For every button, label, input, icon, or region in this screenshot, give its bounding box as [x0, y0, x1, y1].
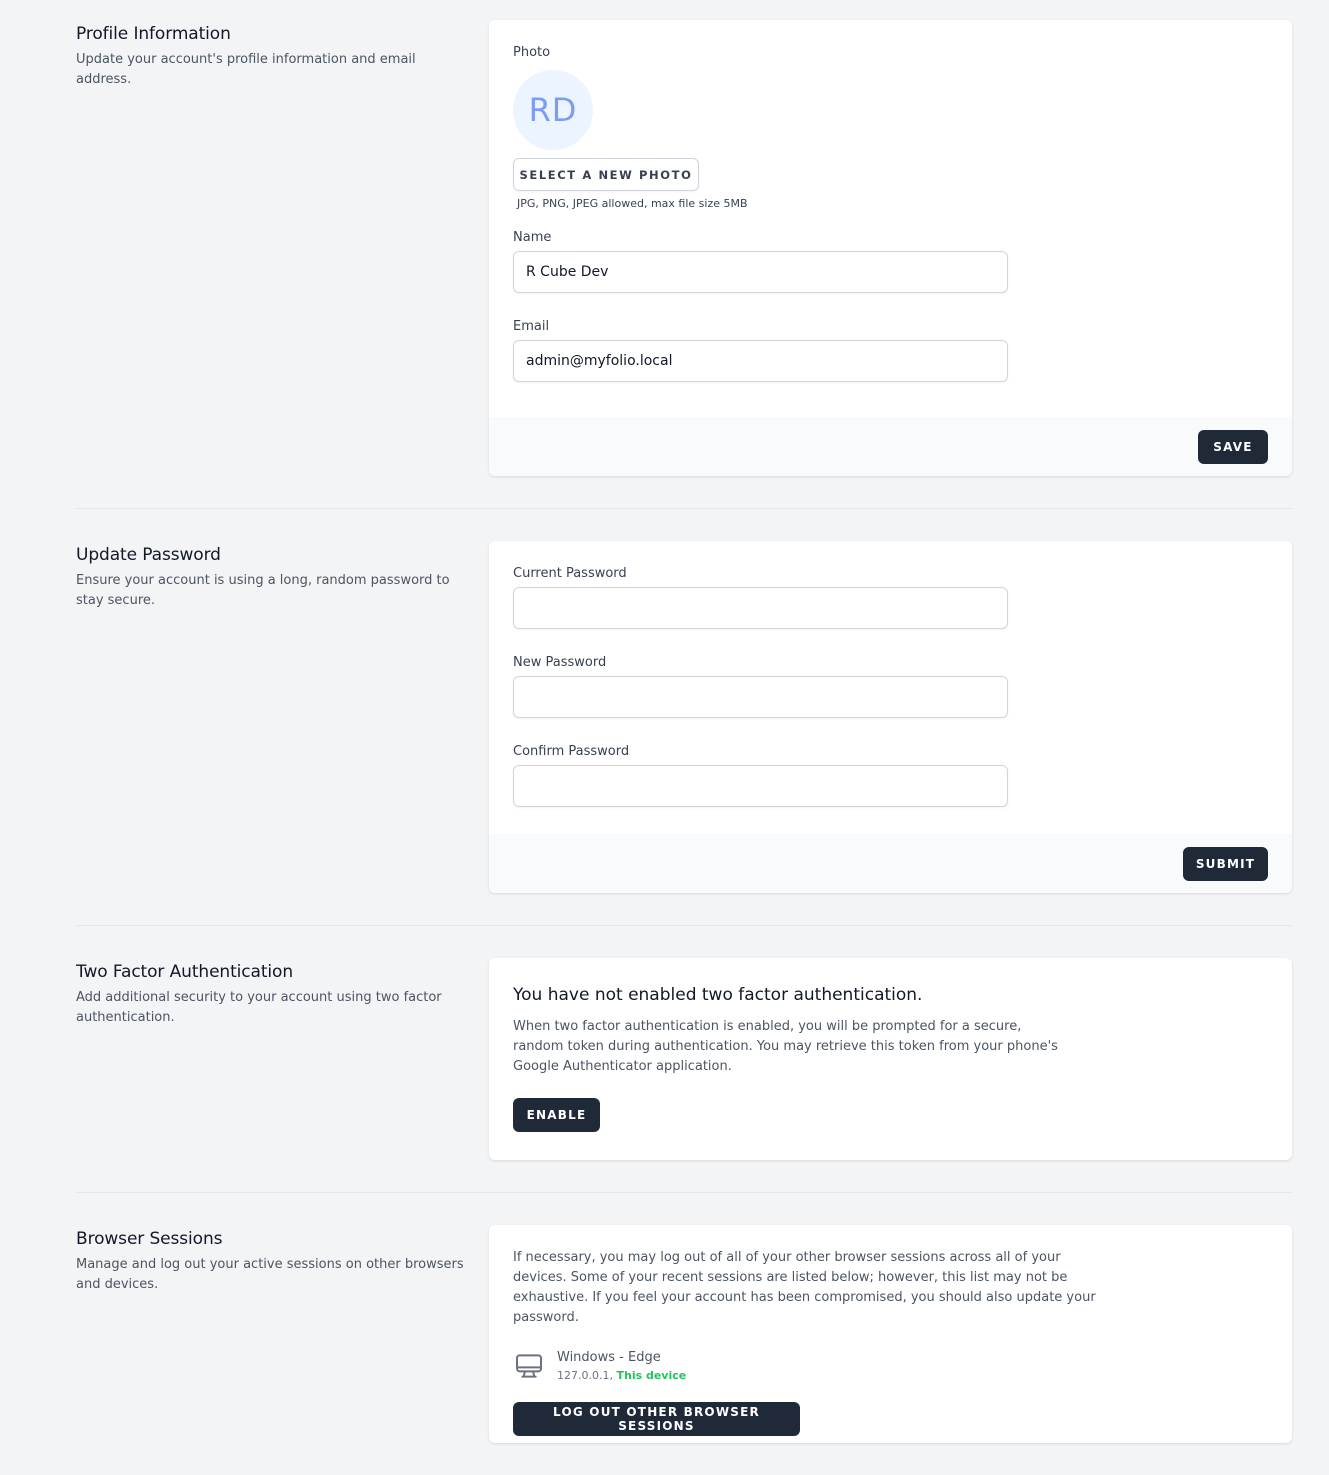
- name-input[interactable]: [513, 251, 1008, 293]
- browser-sessions-section: Browser Sessions Manage and log out your…: [76, 1225, 1292, 1443]
- email-input[interactable]: [513, 340, 1008, 382]
- new-password-label: New Password: [513, 655, 607, 670]
- browser-sessions-info: If necessary, you may log out of all of …: [513, 1250, 1096, 1325]
- session-ip: 127.0.0.1,: [557, 1369, 613, 1382]
- section-divider: [76, 925, 1292, 926]
- photo-label: Photo: [513, 45, 551, 60]
- current-password-input[interactable]: [513, 587, 1008, 629]
- session-platform: Windows - Edge: [557, 1350, 661, 1365]
- profile-section-header: Profile Information Update your account'…: [76, 20, 468, 90]
- current-password-label: Current Password: [513, 566, 627, 581]
- two-factor-description: Add additional security to your account …: [76, 990, 442, 1025]
- logout-other-sessions-button[interactable]: LOG OUT OTHER BROWSER SESSIONS: [513, 1402, 800, 1436]
- password-title: Update Password: [76, 545, 221, 565]
- two-factor-section-header: Two Factor Authentication Add additional…: [76, 958, 468, 1028]
- two-factor-section: Two Factor Authentication Add additional…: [76, 958, 1292, 1160]
- session-list: Windows - Edge 127.0.0.1, This device: [513, 1348, 1268, 1384]
- profile-title: Profile Information: [76, 24, 231, 44]
- password-section-header: Update Password Ensure your account is u…: [76, 541, 468, 611]
- photo-hint: JPG, PNG, JPEG allowed, max file size 5M…: [517, 197, 748, 210]
- two-factor-title: Two Factor Authentication: [76, 962, 294, 982]
- two-factor-card: You have not enabled two factor authenti…: [489, 958, 1292, 1160]
- save-button[interactable]: SAVE: [1198, 430, 1268, 464]
- two-factor-info: When two factor authentication is enable…: [513, 1019, 1058, 1074]
- avatar-initials: RD: [528, 91, 578, 129]
- two-factor-status-heading: You have not enabled two factor authenti…: [513, 985, 923, 1005]
- password-description: Ensure your account is using a long, ran…: [76, 573, 450, 608]
- password-section: Update Password Ensure your account is u…: [76, 541, 1292, 893]
- browser-sessions-description: Manage and log out your active sessions …: [76, 1257, 464, 1292]
- section-divider: [76, 508, 1292, 509]
- session-item: Windows - Edge 127.0.0.1, This device: [513, 1348, 1268, 1384]
- confirm-password-input[interactable]: [513, 765, 1008, 807]
- name-label: Name: [513, 230, 552, 245]
- profile-card: Photo RD SELECT A NEW PHOTO JPG, PNG, JP…: [489, 20, 1292, 476]
- confirm-password-label: Confirm Password: [513, 744, 630, 759]
- new-password-input[interactable]: [513, 676, 1008, 718]
- profile-description: Update your account's profile informatio…: [76, 52, 416, 87]
- section-divider: [76, 1192, 1292, 1193]
- profile-card-footer: SAVE: [489, 417, 1292, 476]
- avatar[interactable]: RD: [513, 70, 593, 150]
- password-card-footer: SUBMIT: [489, 834, 1292, 893]
- select-new-photo-button[interactable]: SELECT A NEW PHOTO: [513, 158, 699, 191]
- browser-sessions-card: If necessary, you may log out of all of …: [489, 1225, 1292, 1443]
- password-card: Current Password New Password Confirm Pa…: [489, 541, 1292, 893]
- submit-button[interactable]: SUBMIT: [1183, 847, 1268, 881]
- browser-sessions-section-header: Browser Sessions Manage and log out your…: [76, 1225, 468, 1295]
- this-device-label: This device: [616, 1369, 687, 1382]
- profile-section: Profile Information Update your account'…: [76, 20, 1292, 476]
- email-label: Email: [513, 319, 550, 334]
- enable-two-factor-button[interactable]: ENABLE: [513, 1098, 600, 1132]
- browser-sessions-title: Browser Sessions: [76, 1229, 223, 1249]
- desktop-icon: [513, 1350, 545, 1382]
